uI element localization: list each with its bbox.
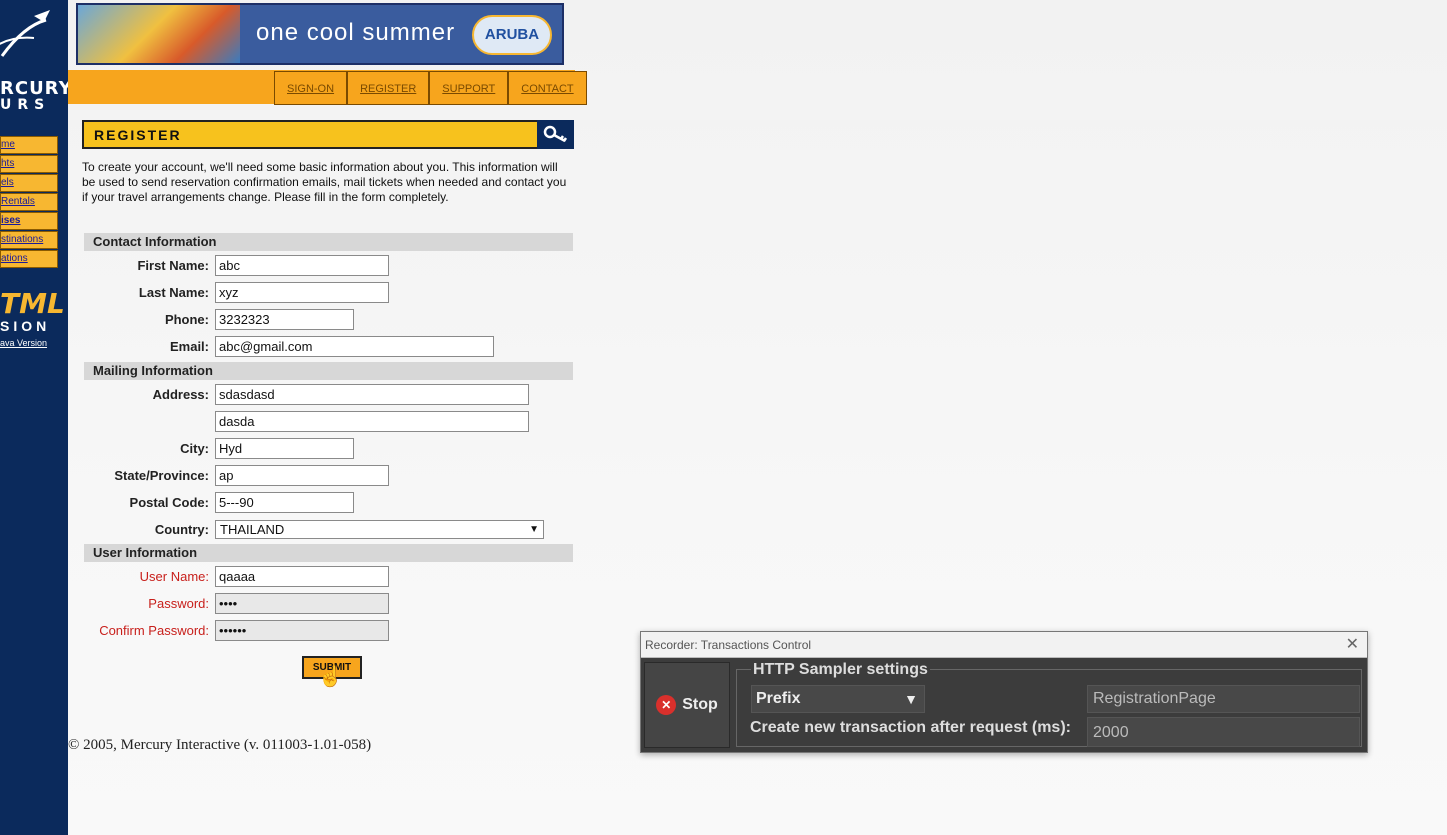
nav-sign-on[interactable]: SIGN-ON	[274, 71, 348, 105]
row-address2	[84, 410, 529, 432]
last-name-input[interactable]	[215, 281, 389, 303]
stop-label: Stop	[682, 696, 718, 713]
row-password: Password:	[84, 592, 389, 614]
top-nav: SIGN-ON REGISTER SUPPORT CONTACT	[274, 71, 587, 105]
side-nav-destinations[interactable]: stinations	[0, 231, 58, 249]
screen: RCURY URS me hts els Rentals ises stinat…	[0, 0, 1447, 835]
side-nav: me hts els Rentals ises stinations ation…	[0, 136, 58, 269]
city-label: City:	[180, 440, 209, 456]
password-label: Password:	[148, 595, 209, 611]
row-username: User Name:	[84, 565, 389, 587]
side-nav-flights[interactable]: hts	[0, 155, 58, 173]
state-label: State/Province:	[114, 467, 209, 483]
confirm-password-input[interactable]	[215, 619, 389, 641]
java-version-link[interactable]: ava Version	[0, 338, 60, 348]
row-postal: Postal Code:	[84, 491, 354, 513]
postal-input[interactable]	[215, 491, 354, 513]
page-title: REGISTER	[94, 127, 182, 143]
section-contact: Contact Information	[84, 233, 573, 251]
postal-label: Postal Code:	[129, 494, 209, 510]
close-icon[interactable]: ✕	[1346, 632, 1359, 658]
nav-register[interactable]: REGISTER	[347, 71, 430, 105]
username-input[interactable]	[215, 565, 389, 587]
row-confirm-password: Confirm Password:	[84, 619, 389, 641]
stop-icon: ✕	[656, 695, 677, 715]
first-name-input[interactable]	[215, 254, 389, 276]
hand-cursor-icon: ☝	[318, 666, 343, 688]
html-version-badge: TML SION ava Version	[0, 287, 65, 349]
left-sidebar: RCURY URS me hts els Rentals ises stinat…	[0, 0, 72, 835]
register-header: REGISTER	[82, 120, 574, 149]
promo-banner[interactable]: one cool summer ARUBA	[76, 3, 564, 65]
email-label: Email:	[169, 338, 209, 354]
chevron-down-icon: ▼	[904, 691, 918, 707]
row-address1: Address:	[84, 383, 529, 405]
confirm-password-label: Confirm Password:	[99, 622, 209, 638]
phone-label: Phone:	[164, 311, 209, 327]
country-label: Country:	[154, 521, 209, 537]
last-name-label: Last Name:	[138, 284, 209, 300]
country-select[interactable]: THAILAND ▼	[215, 519, 544, 539]
logo-text: RCURY URS	[0, 78, 73, 114]
row-last-name: Last Name:	[84, 281, 389, 303]
nav-support[interactable]: SUPPORT	[429, 71, 509, 105]
airplane-logo-icon	[0, 10, 50, 57]
banner-photo	[78, 5, 240, 63]
dialog-title: Recorder: Transactions Control	[645, 638, 812, 652]
section-user: User Information	[84, 544, 573, 562]
address2-input[interactable]	[215, 410, 529, 432]
row-state: State/Province:	[84, 464, 389, 486]
delay-label: Create new transaction after request (ms…	[750, 719, 1071, 736]
transaction-name-input[interactable]: RegistrationPage	[1087, 685, 1360, 713]
section-mailing: Mailing Information	[84, 362, 573, 380]
username-label: User Name:	[139, 568, 209, 584]
row-city: City:	[84, 437, 354, 459]
dialog-titlebar: Recorder: Transactions Control ✕	[641, 632, 1367, 658]
row-phone: Phone:	[84, 308, 354, 330]
email-input[interactable]	[215, 335, 494, 357]
banner-tagline: one cool summer	[256, 19, 456, 46]
intro-text: To create your account, we'll need some …	[82, 160, 567, 204]
side-nav-car-rentals[interactable]: Rentals	[0, 193, 58, 211]
address-label: Address:	[152, 386, 209, 402]
side-nav-home[interactable]: me	[0, 136, 58, 154]
side-nav-vacations[interactable]: ations	[0, 250, 58, 268]
side-nav-hotels[interactable]: els	[0, 174, 58, 192]
city-input[interactable]	[215, 437, 354, 459]
copyright-footer: © 2005, Mercury Interactive (v. 011003-1…	[68, 737, 372, 753]
group-title: HTTP Sampler settings	[751, 661, 930, 679]
password-input[interactable]	[215, 592, 389, 614]
first-name-label: First Name:	[137, 257, 209, 273]
delay-input[interactable]: 2000	[1087, 717, 1360, 747]
row-first-name: First Name:	[84, 254, 389, 276]
phone-input[interactable]	[215, 308, 354, 330]
nav-contact[interactable]: CONTACT	[508, 71, 587, 105]
stop-button[interactable]: ✕ Stop	[644, 662, 730, 748]
row-email: Email:	[84, 335, 494, 357]
row-country: Country: THAILAND ▼	[84, 518, 544, 540]
aruba-badge: ARUBA	[472, 15, 552, 55]
state-input[interactable]	[215, 464, 389, 486]
address1-input[interactable]	[215, 383, 529, 405]
key-icon	[537, 120, 574, 149]
side-nav-cruises[interactable]: ises	[0, 212, 58, 230]
naming-mode-select[interactable]: Prefix ▼	[751, 685, 925, 713]
dropdown-arrow-icon: ▼	[529, 523, 539, 535]
mercury-tours-logo[interactable]: RCURY URS	[0, 0, 72, 120]
